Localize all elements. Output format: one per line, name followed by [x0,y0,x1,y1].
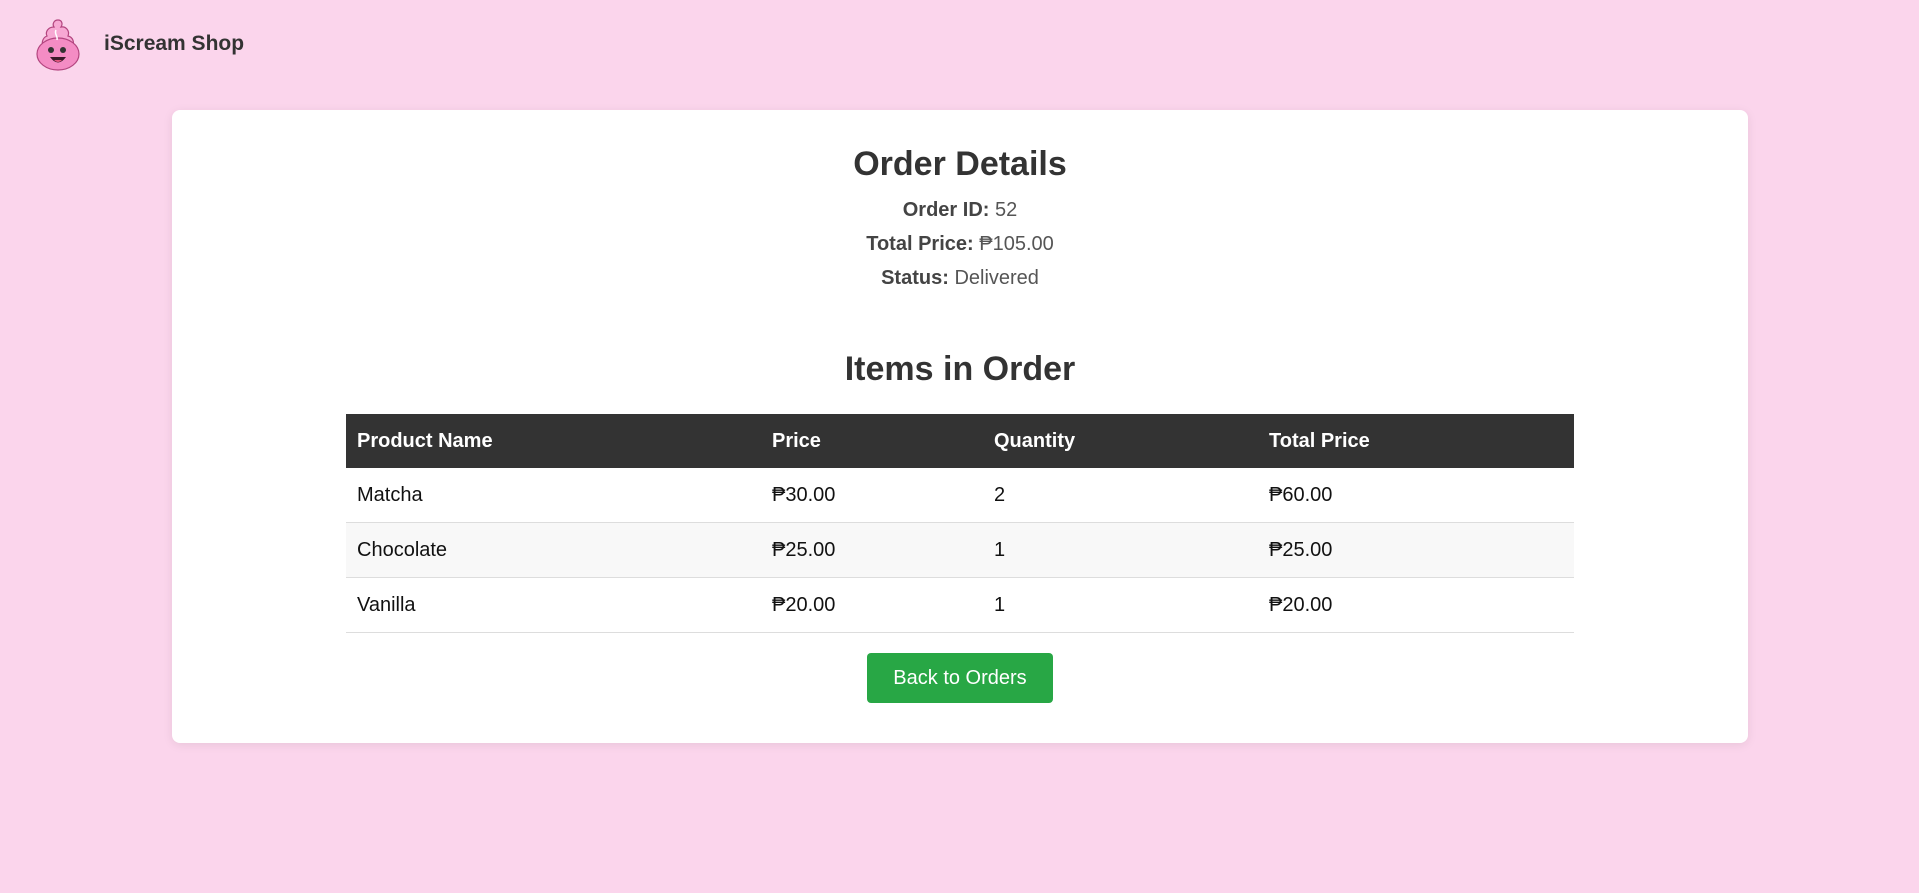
column-header-quantity: Quantity [983,414,1258,468]
actions-bar: Back to Orders [172,653,1748,703]
order-details-card: Order Details Order ID: 52 Total Price: … [172,110,1748,743]
cell-product-name: Chocolate [346,522,761,578]
cell-price: ₱20.00 [761,577,983,633]
order-items-table: Product Name Price Quantity Total Price … [346,414,1574,633]
back-to-orders-button[interactable]: Back to Orders [867,653,1053,703]
cell-product-name: Matcha [346,468,761,523]
cell-total-price: ₱60.00 [1258,468,1574,523]
items-heading: Items in Order [844,350,1076,388]
order-total-label: Total Price: [866,233,974,255]
order-id-line: Order ID: 52 [172,198,1748,222]
ice-cream-mascot-icon[interactable] [32,16,84,72]
page-title: Order Details [853,145,1067,183]
column-header-product-name: Product Name [346,414,761,468]
order-status-value: Delivered [954,267,1039,289]
table-row: Matcha ₱30.00 2 ₱60.00 [346,468,1574,523]
brand-name[interactable]: iScream Shop [104,32,244,56]
site-header: iScream Shop [32,16,244,72]
table-row: Vanilla ₱20.00 1 ₱20.00 [346,577,1574,633]
order-status-line: Status: Delivered [172,266,1748,290]
order-total-value: ₱105.00 [979,233,1054,255]
column-header-price: Price [761,414,983,468]
table-row: Chocolate ₱25.00 1 ₱25.00 [346,522,1574,578]
cell-quantity: 1 [983,577,1258,633]
order-id-value: 52 [995,199,1018,221]
cell-quantity: 1 [983,522,1258,578]
cell-price: ₱25.00 [761,522,983,578]
order-id-label: Order ID: [902,199,990,221]
table-header-row: Product Name Price Quantity Total Price [346,414,1574,468]
cell-product-name: Vanilla [346,577,761,633]
order-status-label: Status: [881,267,949,289]
cell-total-price: ₱20.00 [1258,577,1574,633]
cell-total-price: ₱25.00 [1258,522,1574,578]
order-total-line: Total Price: ₱105.00 [172,232,1748,256]
cell-quantity: 2 [983,468,1258,523]
cell-price: ₱30.00 [761,468,983,523]
column-header-total-price: Total Price [1258,414,1574,468]
